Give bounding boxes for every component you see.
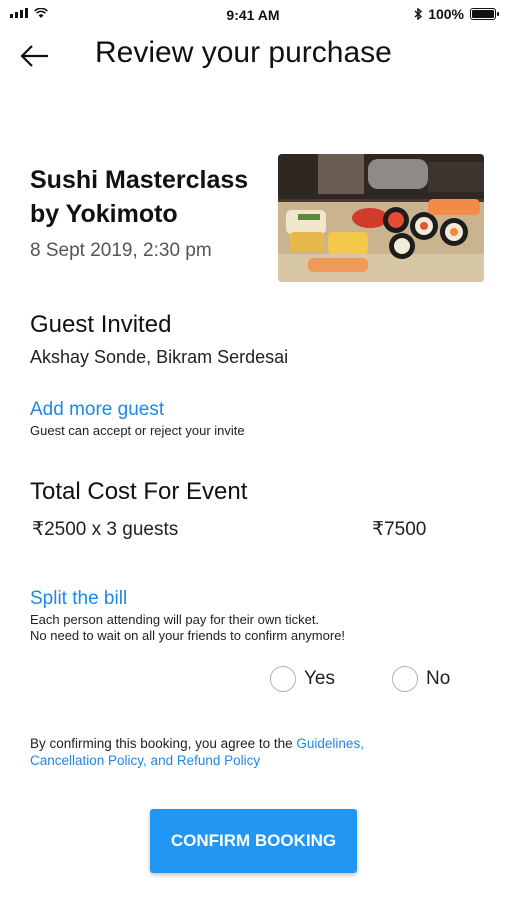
guests-heading: Guest Invited xyxy=(30,311,172,338)
confirm-booking-button[interactable]: CONFIRM BOOKING xyxy=(150,809,357,873)
radio-no[interactable]: No xyxy=(392,666,450,692)
battery-fill xyxy=(472,10,494,18)
bluetooth-icon xyxy=(414,8,423,20)
page-title: Review your purchase xyxy=(95,36,392,69)
radio-yes[interactable]: Yes xyxy=(270,666,335,692)
guest-note: Guest can accept or reject your invite xyxy=(30,423,245,438)
radio-circle-yes[interactable] xyxy=(270,666,296,692)
split-note-line-2: No need to wait on all your friends to c… xyxy=(30,628,346,643)
add-more-guest-link[interactable]: Add more guest xyxy=(30,399,164,421)
split-bill-link[interactable]: Split the bill xyxy=(30,588,127,610)
status-right: 100% xyxy=(414,6,499,22)
cost-total: ₹7500 xyxy=(372,519,427,540)
cost-heading: Total Cost For Event xyxy=(30,478,248,505)
radio-label-no: No xyxy=(426,668,451,689)
battery-icon xyxy=(470,8,499,20)
cost-breakdown: ₹2500 x 3 guests xyxy=(32,519,179,540)
sushi-photo xyxy=(278,154,484,282)
guidelines-link[interactable]: Guidelines, xyxy=(296,736,364,751)
policies-link[interactable]: Cancellation Policy, and Refund Policy xyxy=(30,753,260,768)
battery-percent: 100% xyxy=(428,6,464,22)
radio-circle-no[interactable] xyxy=(392,666,418,692)
guest-names: Akshay Sonde, Bikram Serdesai xyxy=(30,347,289,367)
back-arrow-icon[interactable] xyxy=(20,42,50,70)
split-bill-note: Each person attending will pay for their… xyxy=(30,612,480,644)
event-title: Sushi Masterclass by Yokimoto xyxy=(30,166,249,228)
status-bar: 9:41 AM 100% xyxy=(0,0,506,30)
split-note-line-1: Each person attending will pay for their… xyxy=(30,612,320,627)
terms-text: By confirming this booking, you agree to… xyxy=(30,735,470,769)
event-date: 8 Sept 2019, 2:30 pm xyxy=(30,240,212,261)
radio-label-yes: Yes xyxy=(304,668,335,689)
terms-prefix: By confirming this booking, you agree to… xyxy=(30,736,297,751)
event-image xyxy=(278,154,484,282)
